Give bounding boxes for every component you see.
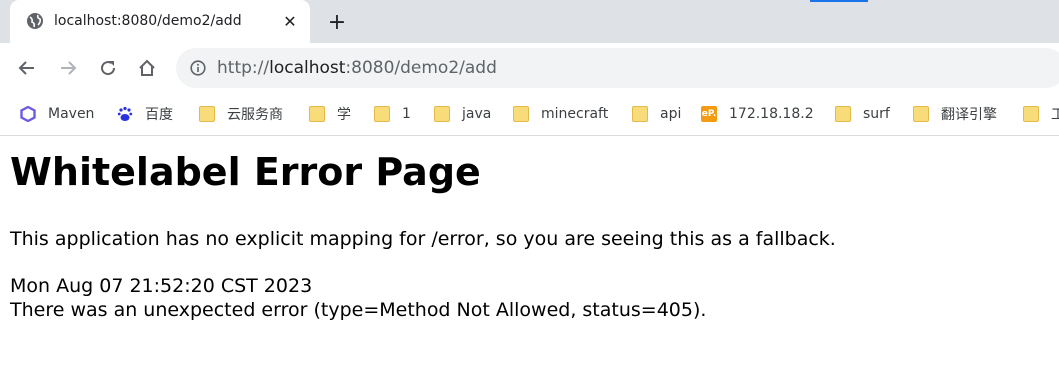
ep-icon: eP. xyxy=(701,106,717,122)
new-tab-button[interactable]: + xyxy=(326,10,348,35)
info-icon[interactable] xyxy=(190,60,206,76)
page-title: Whitelabel Error Page xyxy=(10,150,481,194)
bookmark-label: api xyxy=(660,106,682,122)
back-icon xyxy=(18,61,34,75)
folder-icon xyxy=(309,106,325,122)
bookmark-folder[interactable]: 工 xyxy=(1023,104,1059,124)
bookmark-folder[interactable]: 翻译引擎 xyxy=(913,104,997,124)
home-icon xyxy=(139,59,155,76)
url-path: :8080/demo2/add xyxy=(345,58,497,78)
bookmark-label: 1 xyxy=(402,106,411,122)
browser-toolbar: http://localhost:8080/demo2/add xyxy=(0,43,1059,93)
error-details: Mon Aug 07 21:52:20 CST 2023 There was a… xyxy=(10,274,706,322)
bookmark-ep[interactable]: eP. 172.18.18.2 xyxy=(701,104,814,124)
bookmark-folder[interactable]: api xyxy=(632,104,681,124)
tab-strip: localhost:8080/demo2/add ✕ + xyxy=(0,0,1059,43)
address-bar[interactable]: http://localhost:8080/demo2/add xyxy=(176,48,1059,88)
bookmark-label: Maven xyxy=(48,106,95,122)
bookmark-baidu[interactable]: 百度 xyxy=(117,104,173,124)
bookmark-folder[interactable]: 学 xyxy=(309,104,351,124)
bookmark-folder[interactable]: surf xyxy=(835,104,890,124)
address-url: http://localhost:8080/demo2/add xyxy=(217,58,497,78)
forward-icon xyxy=(61,61,77,75)
bookmark-maven[interactable]: Maven xyxy=(20,104,94,124)
folder-icon xyxy=(434,106,450,122)
window-accent xyxy=(810,0,868,2)
folder-icon xyxy=(632,106,648,122)
bookmark-folder[interactable]: java xyxy=(434,104,491,124)
bookmarks-bar: Maven 百度 云服务商 学 1 java minecraft api eP.… xyxy=(0,93,1059,136)
reload-icon xyxy=(101,61,116,76)
forward-button[interactable] xyxy=(54,54,82,82)
url-scheme: http:// xyxy=(217,58,270,78)
bookmark-label: 云服务商 xyxy=(227,107,283,123)
folder-icon xyxy=(913,106,929,122)
bookmark-label: 学 xyxy=(337,107,351,123)
folder-icon xyxy=(513,106,529,122)
browser-tab[interactable]: localhost:8080/demo2/add ✕ xyxy=(10,0,310,43)
folder-icon xyxy=(374,106,390,122)
home-button[interactable] xyxy=(133,54,161,82)
url-host: localhost xyxy=(269,58,346,78)
bookmark-label: surf xyxy=(863,106,890,122)
reload-button[interactable] xyxy=(94,54,122,82)
back-button[interactable] xyxy=(13,54,41,82)
tab-close-icon[interactable]: ✕ xyxy=(280,11,300,31)
bookmark-folder[interactable]: 云服务商 xyxy=(199,104,283,124)
folder-icon xyxy=(1023,106,1039,122)
ep-icon-text: eP. xyxy=(701,109,717,119)
error-description: There was an unexpected error (type=Meth… xyxy=(10,299,707,321)
bookmark-label: 工 xyxy=(1051,107,1059,123)
baidu-icon xyxy=(117,106,133,122)
bookmark-label: minecraft xyxy=(541,106,609,122)
bookmark-label: 172.18.18.2 xyxy=(729,106,814,122)
bookmark-label: 百度 xyxy=(145,107,173,123)
maven-icon xyxy=(20,105,36,123)
bookmark-label: 翻译引擎 xyxy=(941,107,997,123)
globe-icon xyxy=(26,12,44,30)
folder-icon xyxy=(199,106,215,122)
bookmark-folder[interactable]: 1 xyxy=(374,104,411,124)
error-message: This application has no explicit mapping… xyxy=(10,228,836,250)
tab-title: localhost:8080/demo2/add xyxy=(54,13,242,29)
folder-icon xyxy=(835,106,851,122)
bookmark-label: java xyxy=(462,106,492,122)
bookmark-folder[interactable]: minecraft xyxy=(513,104,608,124)
error-timestamp: Mon Aug 07 21:52:20 CST 2023 xyxy=(10,275,313,297)
